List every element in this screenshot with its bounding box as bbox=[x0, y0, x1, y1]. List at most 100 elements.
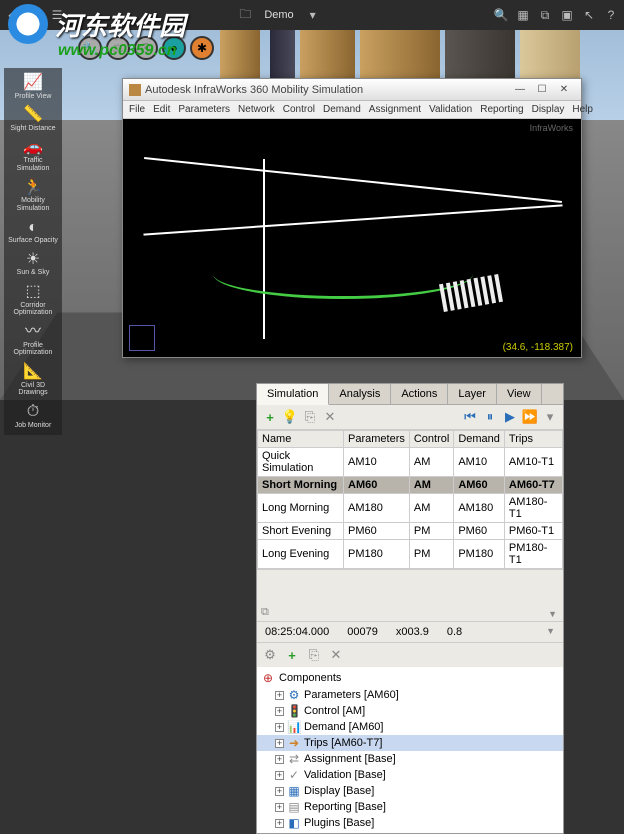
table-cell[interactable]: AM bbox=[409, 477, 453, 494]
table-cell[interactable]: AM180-T1 bbox=[504, 494, 562, 523]
tab-layer[interactable]: Layer bbox=[448, 384, 497, 404]
table-row[interactable]: Short MorningAM60AMAM60AM60-T7 bbox=[258, 477, 563, 494]
menu-item[interactable]: Edit bbox=[153, 104, 170, 115]
menu-item[interactable]: Parameters bbox=[178, 104, 230, 115]
table-row[interactable]: Short EveningPM60PMPM60PM60-T1 bbox=[258, 523, 563, 540]
table-cell[interactable]: AM60-T7 bbox=[504, 477, 562, 494]
table-cell[interactable]: PM bbox=[409, 540, 453, 569]
palette-item[interactable]: ◐Surface Opacity bbox=[6, 217, 60, 247]
palette-item[interactable]: 📐Civil 3D Drawings bbox=[6, 361, 60, 399]
palette-item[interactable]: 〰Profile Optimization bbox=[6, 321, 60, 359]
app-logo-icon[interactable]: ◆ bbox=[4, 6, 22, 24]
tab-simulation[interactable]: Simulation bbox=[257, 384, 329, 405]
add-button[interactable]: + bbox=[261, 408, 279, 426]
column-header[interactable]: Parameters bbox=[344, 431, 410, 448]
sim-3d-viewport[interactable]: InfraWorks (34.6, -118.387) bbox=[123, 119, 581, 357]
gear-icon[interactable]: ⚙ bbox=[261, 646, 279, 664]
tree-item[interactable]: +📊Demand [AM60] bbox=[257, 719, 563, 735]
tree-item[interactable]: +✓Validation [Base] bbox=[257, 767, 563, 783]
bookmark-icon[interactable]: ⧉ bbox=[536, 6, 554, 24]
column-header[interactable]: Name bbox=[258, 431, 344, 448]
table-cell[interactable]: Quick Simulation bbox=[258, 448, 344, 477]
menu-item[interactable]: Network bbox=[238, 104, 275, 115]
palette-item[interactable]: ☀Sun & Sky bbox=[6, 249, 60, 279]
tab-analysis[interactable]: Analysis bbox=[329, 384, 391, 404]
palette-item[interactable]: 🏃Mobility Simulation bbox=[6, 177, 60, 215]
table-cell[interactable]: PM bbox=[409, 523, 453, 540]
column-header[interactable]: Control bbox=[409, 431, 453, 448]
table-cell[interactable]: Long Morning bbox=[258, 494, 344, 523]
table-cell[interactable]: AM180 bbox=[454, 494, 505, 523]
table-cell[interactable]: PM180-T1 bbox=[504, 540, 562, 569]
fast-forward-icon[interactable]: ⏩ bbox=[521, 408, 539, 426]
window-titlebar[interactable]: Autodesk InfraWorks 360 Mobility Simulat… bbox=[123, 79, 581, 101]
maximize-button[interactable]: ☐ bbox=[531, 81, 553, 99]
menu-item[interactable]: Demand bbox=[323, 104, 361, 115]
compass-icon[interactable] bbox=[129, 325, 155, 351]
copy-icon[interactable]: ⎘ bbox=[305, 646, 323, 664]
tree-item[interactable]: +⇄Assignment [Base] bbox=[257, 751, 563, 767]
menu-item[interactable]: Assignment bbox=[369, 104, 421, 115]
copy-icon[interactable]: ⎘ bbox=[301, 408, 319, 426]
chevron-down-icon[interactable]: ▾ bbox=[304, 6, 322, 24]
tool-circle1-icon[interactable]: ● bbox=[162, 36, 186, 60]
pause-icon[interactable]: ⏸ bbox=[481, 408, 499, 426]
tree-item[interactable]: +◧Plugins [Base] bbox=[257, 815, 563, 831]
column-header[interactable]: Demand bbox=[454, 431, 505, 448]
rewind-icon[interactable]: ⏮ bbox=[461, 408, 479, 426]
expand-triangle-icon[interactable]: ▼ bbox=[548, 609, 557, 619]
menu-item[interactable]: Display bbox=[532, 104, 565, 115]
expand-icon[interactable]: + bbox=[275, 707, 284, 716]
folder-icon[interactable]: 🗀 bbox=[236, 6, 254, 24]
tree-item[interactable]: +▦Display [Base] bbox=[257, 783, 563, 799]
delete-icon[interactable]: ✕ bbox=[321, 408, 339, 426]
column-header[interactable]: Trips bbox=[504, 431, 562, 448]
grid-icon[interactable]: ▣ bbox=[558, 6, 576, 24]
tree-item[interactable]: +➜Trips [AM60-T7] bbox=[257, 735, 563, 751]
palette-item[interactable]: 📈Profile View bbox=[6, 72, 60, 102]
table-cell[interactable]: PM60 bbox=[454, 523, 505, 540]
palette-item[interactable]: ⏱Job Monitor bbox=[6, 401, 60, 431]
expand-icon[interactable]: + bbox=[275, 771, 284, 780]
home-icon[interactable]: ⌂ bbox=[26, 6, 44, 24]
tree-root[interactable]: ⊕ Components bbox=[257, 669, 563, 687]
tool-wrench-icon[interactable]: 🔧 bbox=[78, 36, 102, 60]
tool-circle2-icon[interactable]: ✱ bbox=[190, 36, 214, 60]
components-tree[interactable]: ⊕ Components +⚙Parameters [AM60]+🚦Contro… bbox=[257, 667, 563, 833]
table-cell[interactable]: PM60 bbox=[344, 523, 410, 540]
table-cell[interactable]: PM180 bbox=[344, 540, 410, 569]
table-cell[interactable]: PM180 bbox=[454, 540, 505, 569]
palette-item[interactable]: 📏Sight Distance bbox=[6, 104, 60, 134]
ab-icon[interactable]: ⧉ bbox=[261, 606, 269, 619]
table-cell[interactable]: PM60-T1 bbox=[504, 523, 562, 540]
tool-scales-icon[interactable]: ⚖ bbox=[106, 36, 130, 60]
expand-icon[interactable]: + bbox=[275, 723, 284, 732]
table-cell[interactable]: AM10-T1 bbox=[504, 448, 562, 477]
expand-icon[interactable]: + bbox=[275, 691, 284, 700]
table-cell[interactable]: AM60 bbox=[344, 477, 410, 494]
expand-icon[interactable]: + bbox=[275, 787, 284, 796]
tab-view[interactable]: View bbox=[497, 384, 542, 404]
table-cell[interactable]: AM bbox=[409, 494, 453, 523]
expand-icon[interactable]: + bbox=[275, 739, 284, 748]
tab-actions[interactable]: Actions bbox=[391, 384, 448, 404]
menu-item[interactable]: Control bbox=[283, 104, 315, 115]
table-cell[interactable]: AM180 bbox=[344, 494, 410, 523]
chevron-down-icon[interactable]: ▾ bbox=[541, 408, 559, 426]
menu-item[interactable]: Validation bbox=[429, 104, 472, 115]
table-cell[interactable]: Long Evening bbox=[258, 540, 344, 569]
table-cell[interactable]: Short Evening bbox=[258, 523, 344, 540]
expand-icon[interactable]: + bbox=[275, 755, 284, 764]
tree-item[interactable]: +▤Reporting [Base] bbox=[257, 799, 563, 815]
tool-eye-icon[interactable]: 👁 bbox=[134, 36, 158, 60]
table-cell[interactable]: Short Morning bbox=[258, 477, 344, 494]
add-button[interactable]: + bbox=[283, 646, 301, 664]
menu-item[interactable]: Reporting bbox=[480, 104, 523, 115]
table-cell[interactable]: AM10 bbox=[454, 448, 505, 477]
minimize-button[interactable]: — bbox=[509, 81, 531, 99]
expand-icon[interactable]: + bbox=[275, 819, 284, 828]
search-icon[interactable]: 🔍 bbox=[492, 6, 510, 24]
play-icon[interactable]: ▶ bbox=[501, 408, 519, 426]
close-button[interactable]: ✕ bbox=[553, 81, 575, 99]
table-cell[interactable]: AM60 bbox=[454, 477, 505, 494]
